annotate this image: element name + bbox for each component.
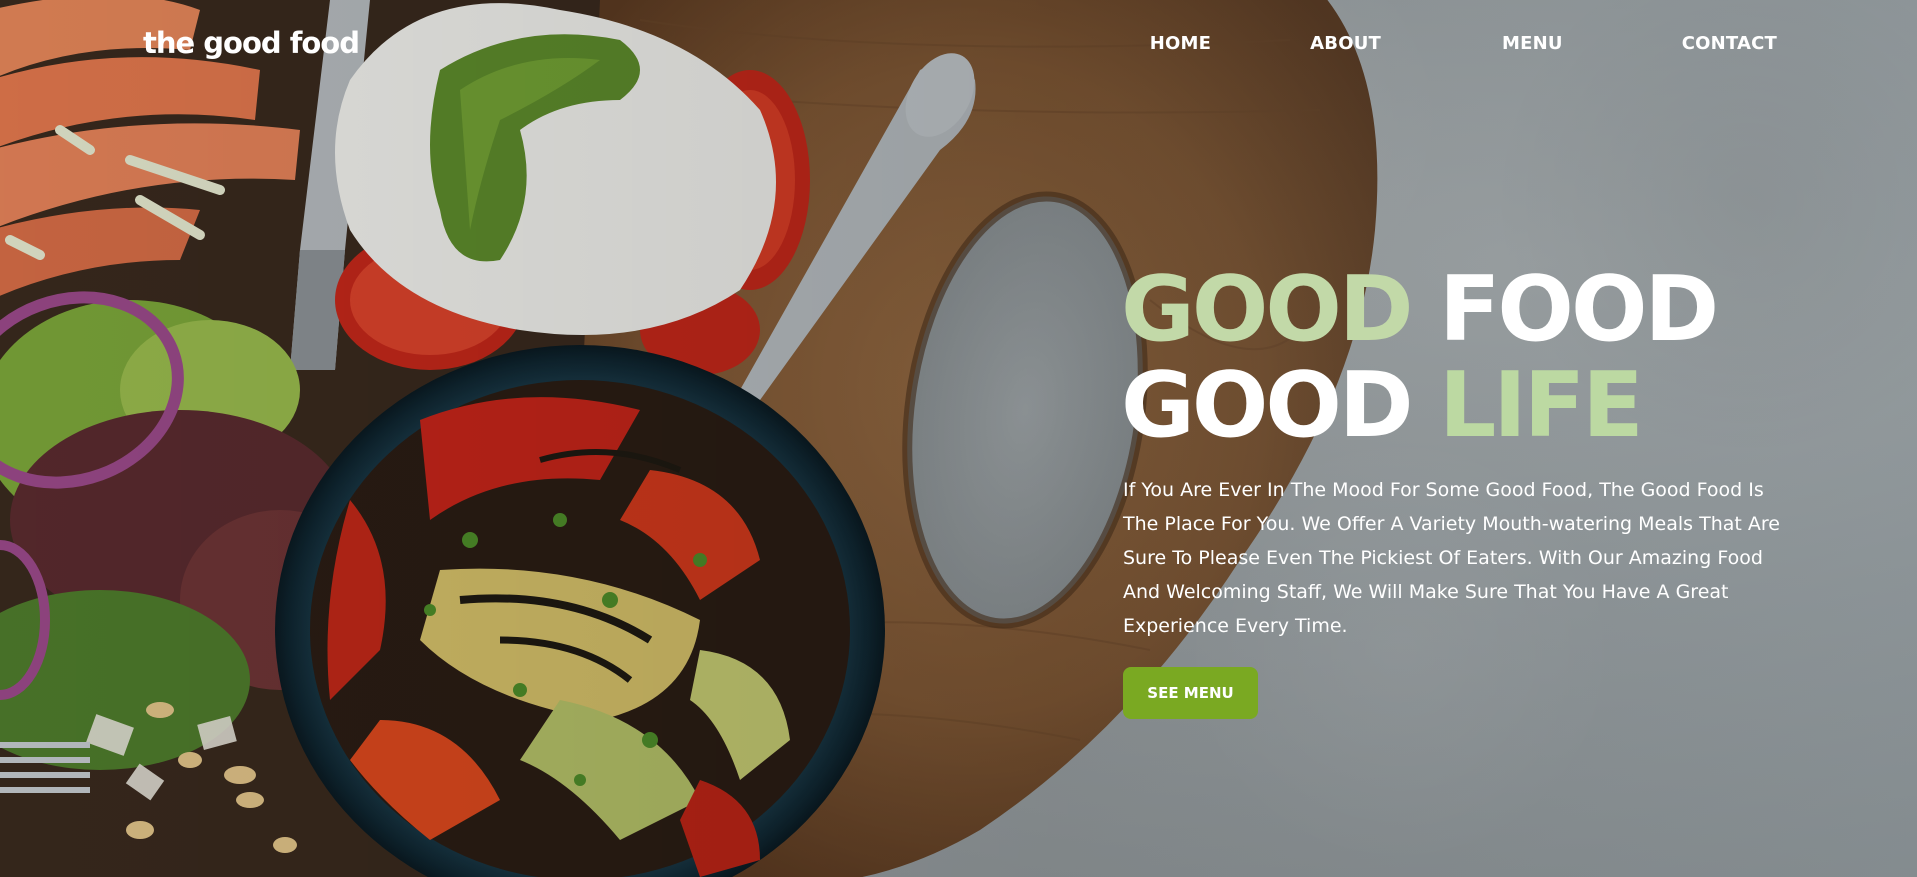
see-menu-button[interactable]: SEE MENU <box>1123 667 1258 719</box>
nav-contact-link[interactable]: CONTACT <box>1682 33 1777 54</box>
hero-section: the good food HOME ABOUT MENU CONTACT GO… <box>0 0 1917 877</box>
headline-line-1: GOOD FOOD <box>1121 262 1719 358</box>
nav-home-link[interactable]: HOME <box>1150 33 1211 54</box>
headline-word-life-accent: LIFE <box>1438 353 1644 458</box>
hero-description: If You Are Ever In The Mood For Some Goo… <box>1123 479 1780 637</box>
headline-word-good: GOOD <box>1121 353 1414 458</box>
headline-word-good-accent: GOOD <box>1121 257 1414 362</box>
main-nav: HOME ABOUT MENU CONTACT <box>1150 33 1777 54</box>
nav-about-link[interactable]: ABOUT <box>1310 33 1381 54</box>
hero-headline: GOOD FOOD GOOD LIFE <box>1121 262 1719 454</box>
headline-line-2: GOOD LIFE <box>1121 358 1716 454</box>
headline-word-food: FOOD <box>1438 257 1719 362</box>
brand-logo[interactable]: the good food <box>143 26 360 60</box>
nav-menu-link[interactable]: MENU <box>1502 33 1563 54</box>
